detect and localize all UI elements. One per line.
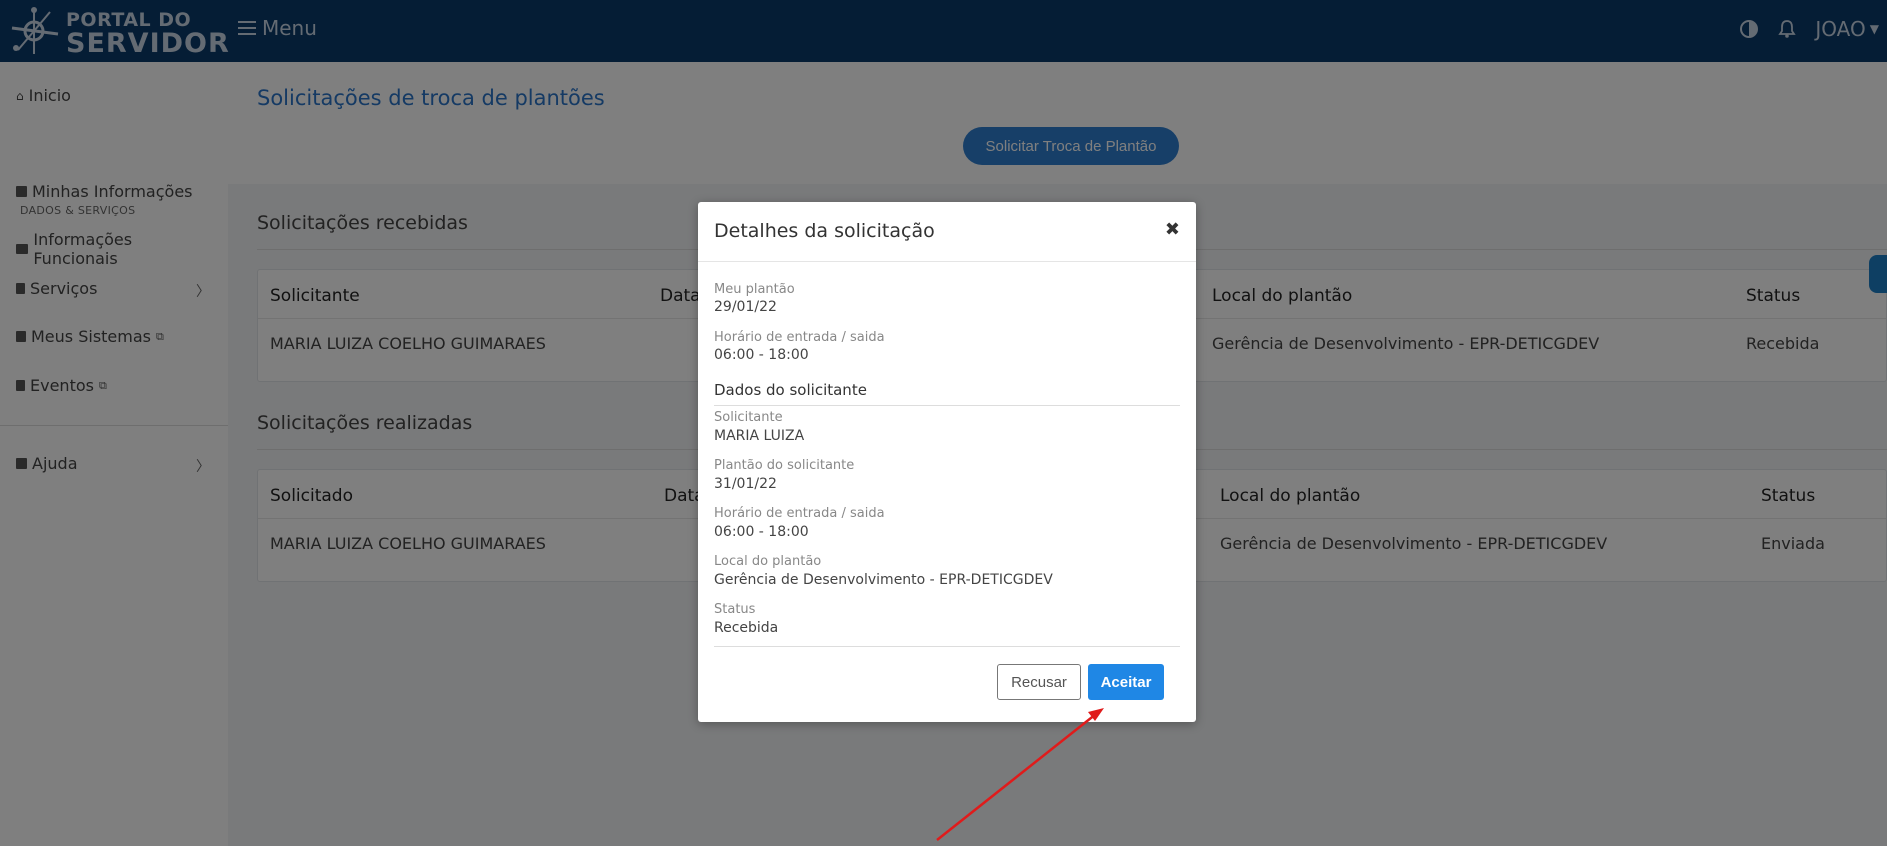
request-details-modal: Detalhes da solicitação ✖ Meu plantão 29… [698,202,1196,722]
field-value: 06:00 - 18:00 [714,347,809,363]
field-value: MARIA LUIZA [714,428,805,444]
field-value: 31/01/22 [714,476,777,492]
requester-data-heading: Dados do solicitante [714,381,867,399]
close-icon[interactable]: ✖ [1165,219,1180,240]
section-divider [714,405,1180,406]
accept-button[interactable]: Aceitar [1088,664,1164,700]
field-label: Horário de entrada / saida [714,506,885,521]
section-divider [714,646,1180,647]
field-label: Local do plantão [714,554,822,569]
field-label: Status [714,602,756,617]
modal-header-divider [698,261,1196,262]
field-value: Gerência de Desenvolvimento - EPR-DETICG… [714,572,1053,588]
field-label: Meu plantão [714,282,795,297]
field-label: Plantão do solicitante [714,458,855,473]
field-label: Solicitante [714,410,783,425]
field-value: Recebida [714,620,779,636]
modal-title: Detalhes da solicitação [714,220,935,242]
field-value: 06:00 - 18:00 [714,524,809,540]
field-label: Horário de entrada / saida [714,330,885,345]
reject-button[interactable]: Recusar [997,664,1081,700]
field-value: 29/01/22 [714,299,777,315]
